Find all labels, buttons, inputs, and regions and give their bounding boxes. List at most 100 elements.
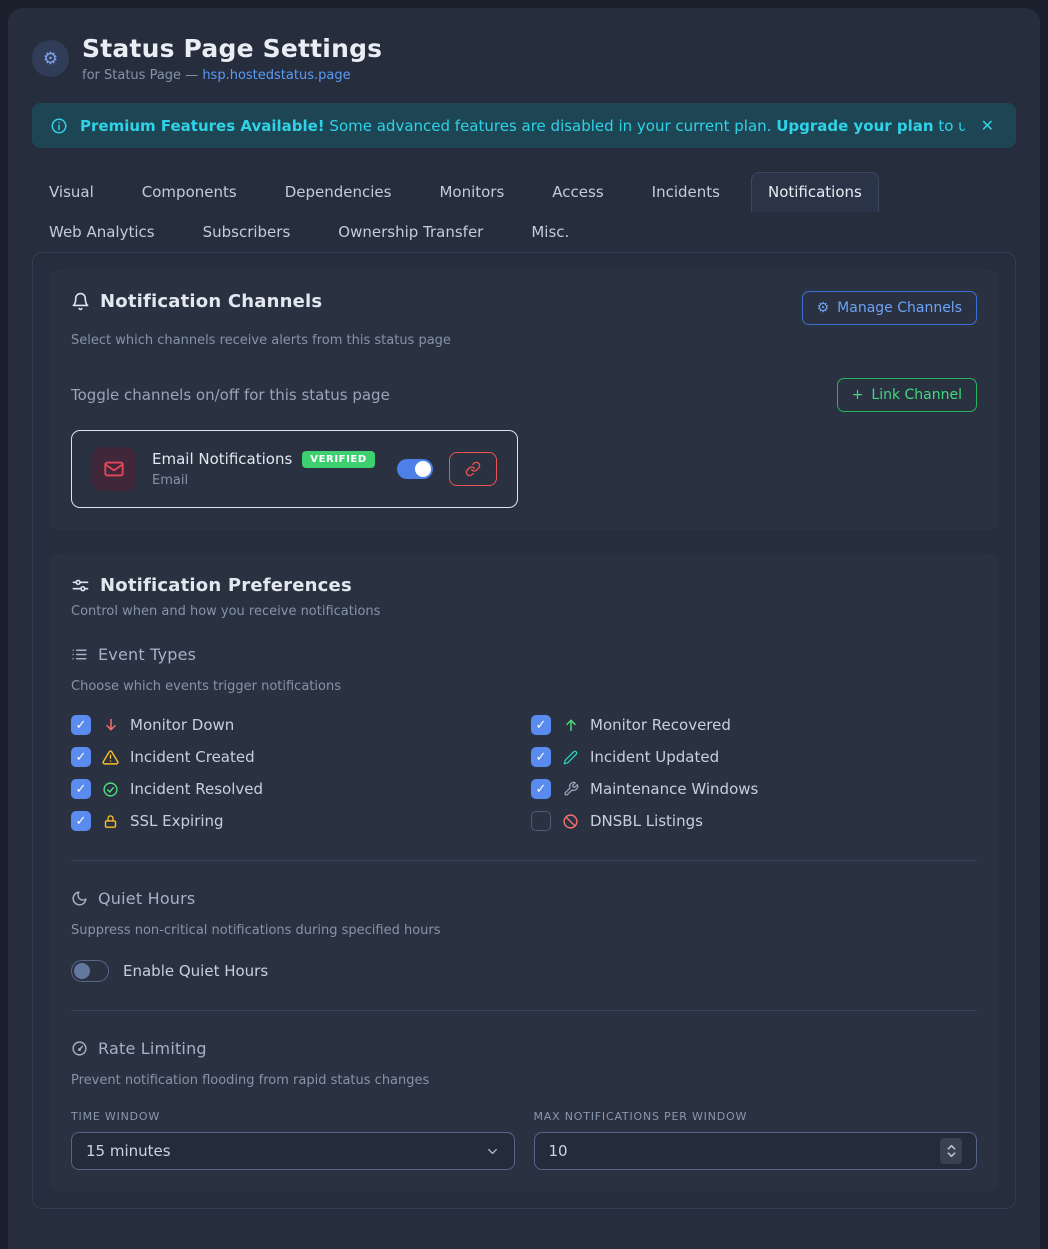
tab-dependencies[interactable]: Dependencies [268, 172, 409, 212]
bell-icon [71, 292, 90, 311]
checkbox[interactable] [531, 747, 551, 767]
premium-banner: Premium Features Available! Some advance… [32, 103, 1016, 148]
event-label: Incident Created [130, 748, 255, 766]
tab-incidents[interactable]: Incidents [635, 172, 737, 212]
tab-components[interactable]: Components [125, 172, 254, 212]
time-window-select[interactable]: 15 minutes [71, 1132, 515, 1170]
channels-subtitle: Select which channels receive alerts fro… [71, 333, 977, 348]
envelope-icon [92, 447, 136, 491]
channel-toggle[interactable] [397, 459, 433, 479]
event-types-grid: Monitor Down Monitor Recovered Incident … [71, 714, 977, 832]
event-type-incident-updated[interactable]: Incident Updated [531, 746, 977, 768]
checkbox[interactable] [531, 715, 551, 735]
close-icon[interactable]: ✕ [977, 112, 998, 139]
channel-item-email: Email Notifications VERIFIED Email [71, 430, 518, 508]
verified-badge: VERIFIED [302, 451, 374, 468]
notification-preferences-card: Notification Preferences Control when an… [49, 553, 999, 1192]
event-label: DNSBL Listings [590, 812, 703, 830]
rate-limiting-subtitle: Prevent notification flooding from rapid… [71, 1073, 977, 1088]
lock-icon [102, 814, 119, 829]
max-notifications-input[interactable] [549, 1133, 941, 1169]
event-label: Incident Updated [590, 748, 719, 766]
page-subtitle: for Status Page — hsp.hostedstatus.page [82, 68, 382, 83]
page-header: ⚙ Status Page Settings for Status Page —… [32, 34, 1016, 83]
quiet-hours-toggle[interactable] [71, 960, 109, 982]
event-label: Monitor Recovered [590, 716, 731, 734]
plus-icon: + [852, 387, 864, 403]
banner-body-text: Some advanced features are disabled in y… [325, 117, 777, 135]
event-type-incident-created[interactable]: Incident Created [71, 746, 531, 768]
max-notifications-label: MAX NOTIFICATIONS PER WINDOW [534, 1110, 978, 1123]
gear-icon: ⚙ [817, 300, 830, 316]
unlink-channel-button[interactable] [449, 452, 497, 486]
tab-access[interactable]: Access [535, 172, 620, 212]
gear-icon: ⚙ [43, 49, 58, 69]
manage-channels-button[interactable]: ⚙ Manage Channels [802, 291, 977, 325]
checkbox[interactable] [71, 747, 91, 767]
tab-visual[interactable]: Visual [32, 172, 111, 212]
event-label: Incident Resolved [130, 780, 263, 798]
event-type-maintenance-windows[interactable]: Maintenance Windows [531, 778, 977, 800]
time-window-value: 15 minutes [86, 1142, 485, 1160]
channel-type: Email [152, 473, 381, 488]
channel-name: Email Notifications [152, 450, 292, 468]
subtitle-text: for Status Page — [82, 68, 202, 83]
tab-ownership-transfer[interactable]: Ownership Transfer [321, 212, 500, 252]
status-page-link[interactable]: hsp.hostedstatus.page [202, 68, 350, 83]
event-label: Monitor Down [130, 716, 234, 734]
info-icon [50, 117, 68, 135]
warning-triangle-icon [102, 749, 119, 766]
manage-channels-label: Manage Channels [837, 300, 962, 316]
settings-tabs: Visual Components Dependencies Monitors … [32, 172, 1022, 252]
event-label: SSL Expiring [130, 812, 224, 830]
banner-suffix-text: to unlock them. [934, 117, 965, 135]
chain-link-icon [465, 461, 481, 477]
channels-title: Notification Channels [100, 291, 322, 312]
settings-panel: ⚙ Status Page Settings for Status Page —… [8, 8, 1040, 1249]
banner-bold-text: Premium Features Available! [80, 117, 325, 135]
max-notifications-field: MAX NOTIFICATIONS PER WINDOW [534, 1110, 978, 1170]
link-channel-button[interactable]: + Link Channel [837, 378, 977, 412]
sliders-icon [71, 576, 90, 595]
event-label: Maintenance Windows [590, 780, 758, 798]
pencil-icon [562, 750, 579, 765]
chevron-down-icon [485, 1144, 500, 1159]
tab-notifications[interactable]: Notifications [751, 172, 879, 212]
tab-monitors[interactable]: Monitors [422, 172, 521, 212]
upgrade-plan-link[interactable]: Upgrade your plan [776, 117, 933, 135]
event-type-monitor-recovered[interactable]: Monitor Recovered [531, 714, 977, 736]
event-type-dnsbl-listings[interactable]: DNSBL Listings [531, 810, 977, 832]
gauge-icon [71, 1040, 88, 1057]
arrow-up-icon [562, 717, 579, 733]
arrow-down-icon [102, 717, 119, 733]
tab-subscribers[interactable]: Subscribers [186, 212, 308, 252]
check-circle-icon [102, 781, 119, 798]
toggle-channels-hint: Toggle channels on/off for this status p… [71, 386, 390, 404]
max-notifications-control [534, 1132, 978, 1170]
tab-misc[interactable]: Misc. [514, 212, 586, 252]
checkbox[interactable] [531, 779, 551, 799]
list-icon [71, 646, 88, 663]
divider [71, 860, 977, 861]
event-type-ssl-expiring[interactable]: SSL Expiring [71, 810, 531, 832]
gear-badge-icon: ⚙ [32, 40, 69, 77]
checkbox[interactable] [531, 811, 551, 831]
event-type-incident-resolved[interactable]: Incident Resolved [71, 778, 531, 800]
divider [71, 1010, 977, 1011]
quiet-hours-title: Quiet Hours [98, 889, 195, 908]
event-type-monitor-down[interactable]: Monitor Down [71, 714, 531, 736]
notifications-tab-content: Notification Channels ⚙ Manage Channels … [32, 252, 1016, 1209]
time-window-field: TIME WINDOW 15 minutes [71, 1110, 515, 1170]
ban-circle-icon [562, 813, 579, 830]
checkbox[interactable] [71, 715, 91, 735]
link-channel-label: Link Channel [871, 387, 962, 403]
tab-web-analytics[interactable]: Web Analytics [32, 212, 172, 252]
preferences-subtitle: Control when and how you receive notific… [71, 604, 977, 619]
number-spinner[interactable] [940, 1138, 962, 1164]
banner-text: Premium Features Available! Some advance… [80, 117, 965, 135]
moon-icon [71, 890, 88, 907]
checkbox[interactable] [71, 779, 91, 799]
page-title: Status Page Settings [82, 34, 382, 63]
preferences-title: Notification Preferences [100, 575, 352, 596]
checkbox[interactable] [71, 811, 91, 831]
